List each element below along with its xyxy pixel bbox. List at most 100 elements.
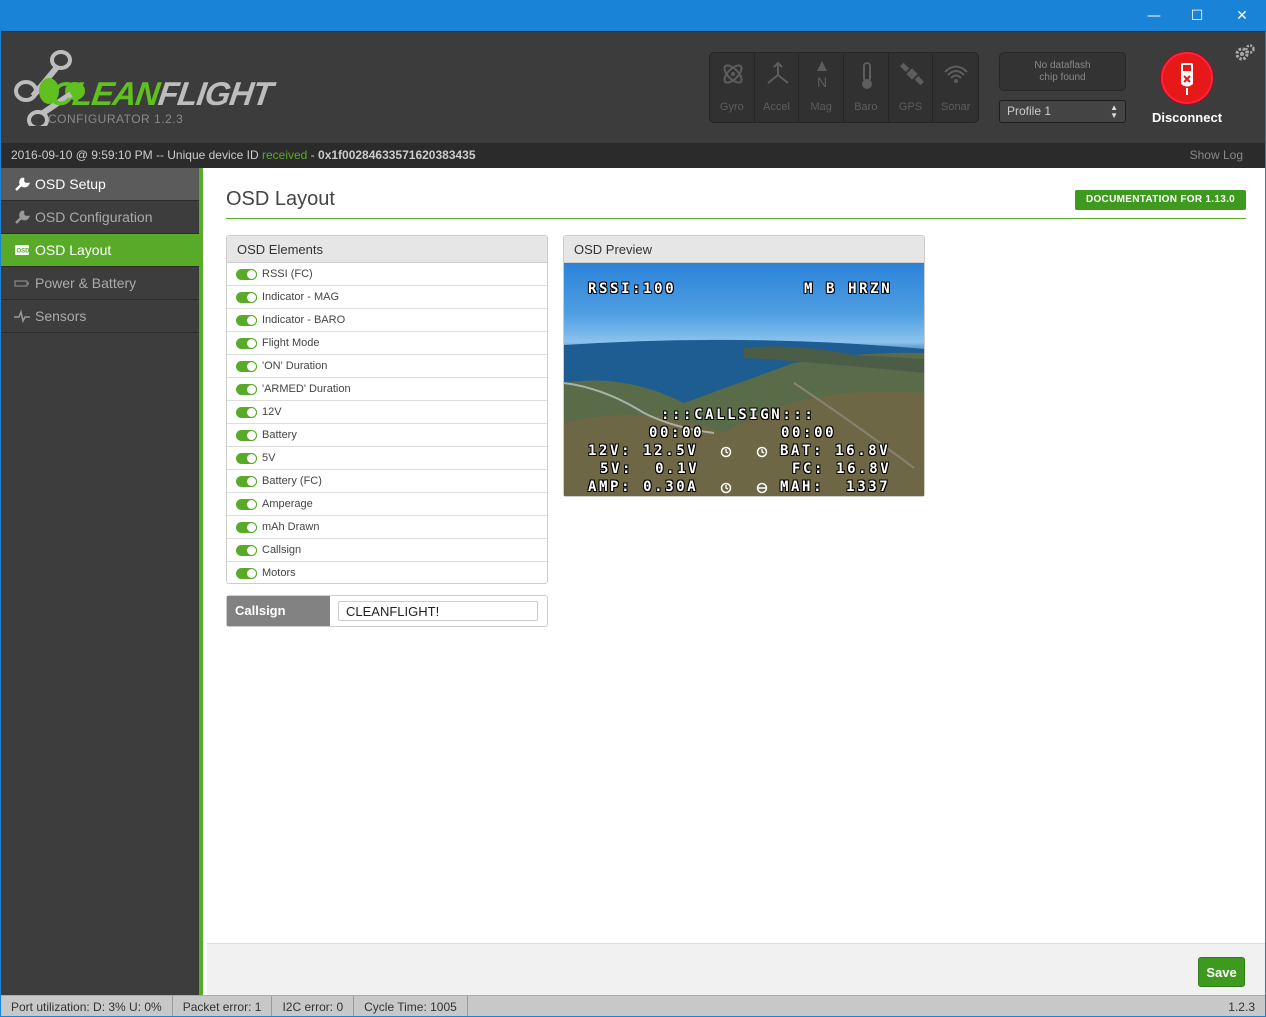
osd-element-row: Flight Mode <box>227 332 547 355</box>
sensor-sonar: Sonar <box>933 53 978 122</box>
cycle-time: Cycle Time: 1005 <box>354 996 468 1016</box>
firmware-version: 1.2.3 <box>1228 1000 1255 1014</box>
element-label: RSSI (FC) <box>262 268 313 280</box>
wrench-icon <box>15 210 30 224</box>
osd-element-row: 'ON' Duration <box>227 355 547 378</box>
osd-preview-header: OSD Preview <box>564 236 924 263</box>
element-label: Battery <box>262 429 297 441</box>
element-toggle[interactable] <box>236 407 257 418</box>
sensor-baro: Baro <box>844 53 889 122</box>
packet-error: Packet error: 1 <box>173 996 273 1016</box>
osd-elements-list: RSSI (FC) Indicator - MAG Indicator - BA… <box>227 263 547 585</box>
osd-amperage: AMP: 0.30A <box>588 479 699 495</box>
show-log-link[interactable]: Show Log <box>1190 143 1243 167</box>
sidebar: OSD Setup OSD Configuration OSD OSD Layou… <box>1 168 203 995</box>
osd-element-row: Amperage <box>227 493 547 516</box>
profile-select[interactable]: Profile 1 ▲ ▼ <box>999 100 1126 123</box>
element-toggle[interactable] <box>236 453 257 464</box>
svg-text:N: N <box>817 74 827 90</box>
element-toggle[interactable] <box>236 292 257 303</box>
usb-disconnect-icon <box>1181 63 1193 95</box>
close-button[interactable]: ✕ <box>1219 1 1265 31</box>
element-toggle[interactable] <box>236 545 257 556</box>
main-content: OSD Layout DOCUMENTATION FOR 1.13.0 OSD … <box>207 168 1265 943</box>
osd-rssi: RSSI:100 <box>588 281 677 297</box>
osd-element-row: Motors <box>227 562 547 585</box>
port-utilization: Port utilization: D: 3% U: 0% <box>1 996 173 1016</box>
osd-callsign: :::CALLSIGN::: <box>661 407 816 423</box>
osd-element-row: Battery (FC) <box>227 470 547 493</box>
sidebar-item-osd-layout[interactable]: OSD OSD Layout <box>1 234 199 267</box>
title-divider <box>226 218 1246 219</box>
save-button[interactable]: Save <box>1198 957 1245 987</box>
page-title: OSD Layout <box>226 188 335 210</box>
element-label: mAh Drawn <box>262 521 320 533</box>
clock-icon <box>756 446 768 458</box>
element-toggle[interactable] <box>236 361 257 372</box>
bottom-toolbar: Save <box>207 943 1265 995</box>
osd-battery-fc: FC: 16.8V <box>792 461 892 477</box>
status-separator: - <box>307 148 319 162</box>
sidebar-item-sensors[interactable]: Sensors <box>1 300 199 333</box>
element-label: 'ARMED' Duration <box>262 383 351 395</box>
sidebar-item-osd-configuration[interactable]: OSD Configuration <box>1 201 199 234</box>
battery-symbol-icon <box>756 482 768 494</box>
osd-5v: 5V: 0.1V <box>600 461 700 477</box>
element-label: Flight Mode <box>262 337 320 349</box>
gps-icon <box>899 62 924 86</box>
element-label: Amperage <box>262 498 313 510</box>
osd-element-row: 5V <box>227 447 547 470</box>
svg-text:OSD: OSD <box>17 249 31 255</box>
sensor-gps: GPS <box>889 53 934 122</box>
osd-element-row: RSSI (FC) <box>227 263 547 286</box>
osd-mah-drawn: MAH: 1337 <box>780 479 891 495</box>
sidebar-item-label: Sensors <box>35 308 87 324</box>
clock-icon <box>720 446 732 458</box>
sidebar-item-label: OSD Layout <box>35 242 112 258</box>
mag-icon: N <box>817 61 827 90</box>
osd-element-row: Battery <box>227 424 547 447</box>
element-label: Indicator - BARO <box>262 314 346 326</box>
minimize-button[interactable]: — <box>1131 1 1177 31</box>
wrench-icon <box>15 177 30 191</box>
element-label: Motors <box>262 567 296 579</box>
i2c-error: I2C error: 0 <box>272 996 355 1016</box>
disconnect-button[interactable] <box>1161 52 1213 104</box>
element-toggle[interactable] <box>236 269 257 280</box>
element-toggle[interactable] <box>236 568 257 579</box>
osd-element-row: Indicator - BARO <box>227 309 547 332</box>
element-label: 5V <box>262 452 276 464</box>
element-toggle[interactable] <box>236 315 257 326</box>
osd-elements-header: OSD Elements <box>227 236 547 263</box>
sensor-gyro: Gyro <box>710 53 755 122</box>
element-toggle[interactable] <box>236 430 257 441</box>
sidebar-item-osd-setup[interactable]: OSD Setup <box>1 168 199 201</box>
sonar-icon <box>944 65 969 83</box>
element-toggle[interactable] <box>236 338 257 349</box>
select-arrows-icon: ▲ ▼ <box>1110 103 1118 120</box>
sidebar-item-power-battery[interactable]: Power & Battery <box>1 267 199 300</box>
sidebar-item-label: Power & Battery <box>35 275 137 291</box>
battery-icon <box>14 280 29 287</box>
osd-icon: OSD <box>15 245 31 255</box>
configurator-version: CONFIGURATOR 1.2.3 <box>48 112 184 126</box>
callsign-label: Callsign <box>227 596 330 626</box>
osd-elements-panel: OSD Elements RSSI (FC) Indicator - MAG I… <box>226 235 548 584</box>
osd-preview-image: RSSI:100 M B HRZN :::CALLSIGN::: 00:00 0… <box>564 263 924 496</box>
element-toggle[interactable] <box>236 476 257 487</box>
pulse-icon <box>14 309 30 323</box>
element-toggle[interactable] <box>236 499 257 510</box>
element-label: 12V <box>262 406 282 418</box>
osd-flight-mode: M B HRZN <box>804 281 893 297</box>
element-label: Callsign <box>262 544 302 556</box>
callsign-input[interactable] <box>338 601 538 621</box>
gear-icon[interactable] <box>1234 42 1256 64</box>
app-header: CLEANFLIGHT CONFIGURATOR 1.2.3 Gyro Acce… <box>1 31 1265 143</box>
maximize-button[interactable]: ☐ <box>1174 1 1220 31</box>
element-toggle[interactable] <box>236 384 257 395</box>
documentation-button[interactable]: DOCUMENTATION FOR 1.13.0 <box>1075 190 1246 210</box>
clock-icon <box>720 482 732 494</box>
element-toggle[interactable] <box>236 522 257 533</box>
status-footer: Port utilization: D: 3% U: 0% Packet err… <box>1 995 1265 1016</box>
disconnect-label[interactable]: Disconnect <box>1141 110 1233 125</box>
